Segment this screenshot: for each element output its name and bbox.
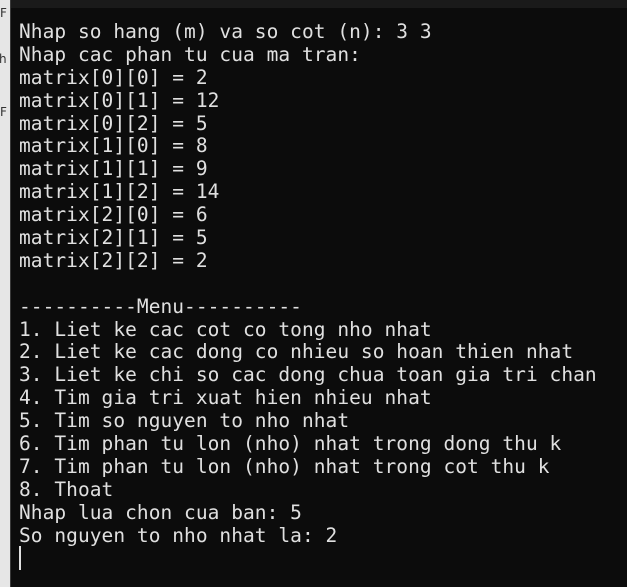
- matrix-entry-line: matrix[1][0] = 8: [19, 134, 208, 158]
- matrix-entry-line: matrix[0][2] = 5: [19, 111, 208, 135]
- background-window-text: h: [0, 52, 7, 66]
- matrix-entry-line: matrix[2][0] = 6: [19, 203, 208, 227]
- prompt-elements-line: Nhap cac phan tu cua ma tran:: [19, 42, 361, 66]
- menu-option: 1. Liet ke cac cot co tong nho nhat: [19, 317, 432, 341]
- menu-option: 5. Tim so nguyen to nho nhat: [19, 409, 350, 433]
- result-line: So nguyen to nho nhat la: 2: [19, 523, 338, 547]
- text-cursor[interactable]: [19, 546, 21, 570]
- background-window-edge: F h F: [0, 0, 10, 587]
- terminal-top-edge: [11, 0, 627, 8]
- menu-option: 2. Liet ke cac dong co nhieu so hoan thi…: [19, 340, 574, 364]
- matrix-entry-line: matrix[0][0] = 2: [19, 65, 208, 89]
- matrix-entry-line: matrix[2][1] = 5: [19, 226, 208, 250]
- background-window-text: F: [0, 6, 7, 20]
- prompt-dimensions-line: Nhap so hang (m) va so cot (n): 3 3: [19, 20, 432, 43]
- menu-header: ----------Menu----------: [19, 294, 302, 318]
- choice-prompt-line: Nhap lua chon cua ban: 5: [19, 500, 302, 524]
- background-window-text: F: [0, 105, 7, 119]
- terminal-window[interactable]: Nhap so hang (m) va so cot (n): 3 3 Nhap…: [10, 0, 627, 587]
- matrix-entry-line: matrix[2][2] = 2: [19, 248, 208, 272]
- menu-option: 3. Liet ke chi so cac dong chua toan gia…: [19, 363, 597, 387]
- terminal-output: Nhap so hang (m) va so cot (n): 3 3 Nhap…: [19, 20, 597, 547]
- menu-option: 4. Tim gia tri xuat hien nhieu nhat: [19, 386, 432, 410]
- matrix-entry-line: matrix[1][1] = 9: [19, 157, 208, 181]
- matrix-entry-line: matrix[0][1] = 12: [19, 88, 220, 112]
- matrix-entry-line: matrix[1][2] = 14: [19, 180, 220, 204]
- menu-option: 8. Thoat: [19, 477, 114, 501]
- menu-option: 7. Tim phan tu lon (nho) nhat trong cot …: [19, 454, 550, 478]
- menu-option: 6. Tim phan tu lon (nho) nhat trong dong…: [19, 432, 562, 456]
